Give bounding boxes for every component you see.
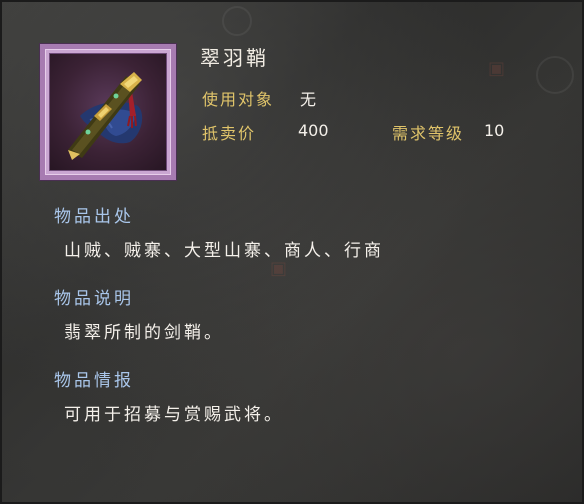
origin-section-text: 山贼、贼寨、大型山寨、商人、行商 [64,241,384,261]
description-section-title: 物品说明 [54,289,134,309]
level-value: 10 [484,121,505,140]
item-tooltip-panel: ▣ ▣ 翠羽鞘 使用对象 无 抵卖价 400 需求等级 10 物品出处 山贼、贼… [0,0,584,504]
background-emblem [536,56,574,94]
price-label: 抵卖价 [202,124,257,143]
price-value: 400 [298,121,329,140]
background-map-marker: ▣ [270,258,288,279]
jade-sword-sheath-icon [68,72,143,160]
info-section-text: 可用于招募与赏赐武将。 [64,405,284,425]
origin-section-title: 物品出处 [54,207,134,227]
background-map-marker: ▣ [488,58,506,79]
item-portrait-frame [40,44,176,180]
info-section-title: 物品情报 [54,371,134,391]
background-emblem [222,6,252,36]
level-label: 需求等级 [392,124,465,143]
target-label: 使用对象 [202,90,275,109]
item-name: 翠羽鞘 [200,46,269,70]
description-section-text: 翡翠所制的剑鞘。 [64,323,224,343]
item-portrait [49,53,167,171]
target-value: 无 [300,90,317,109]
